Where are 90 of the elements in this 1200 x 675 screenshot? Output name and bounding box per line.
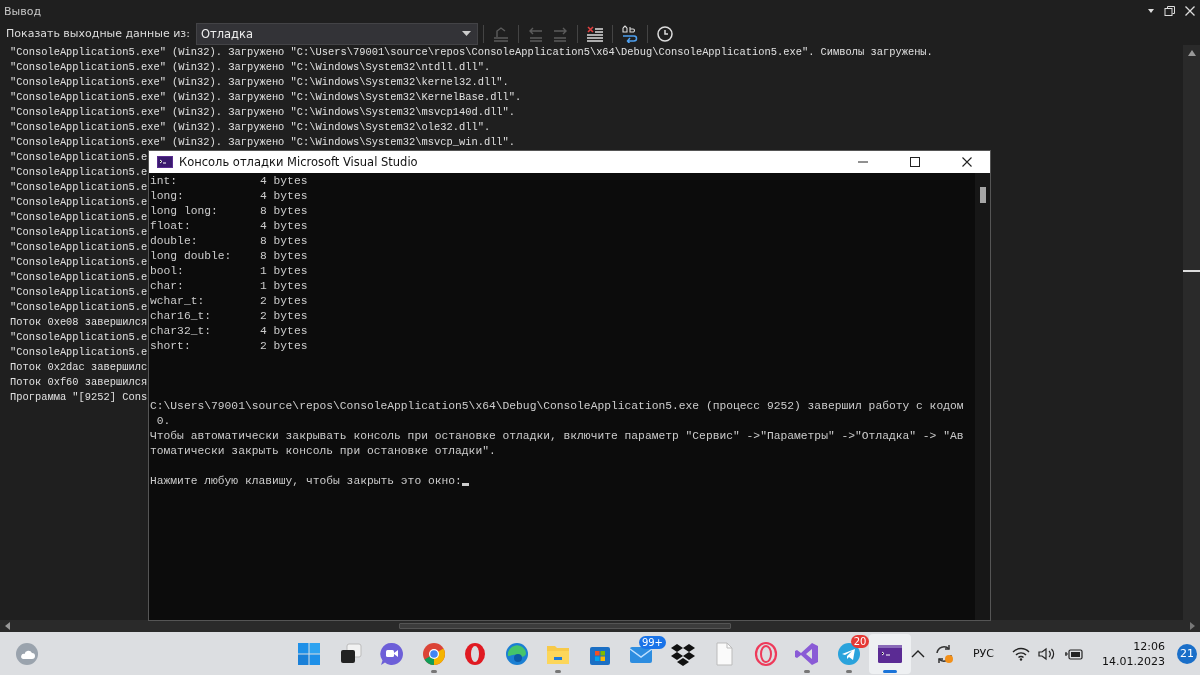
output-line: "ConsoleApplication5.e bbox=[10, 240, 148, 255]
type-size: 2 bytes bbox=[260, 309, 308, 324]
ribbon-logo-icon bbox=[794, 640, 821, 667]
maximize-icon[interactable] bbox=[909, 156, 921, 168]
window-title: Консоль отладки Microsoft Visual Studio bbox=[179, 155, 418, 169]
weather-icon[interactable] bbox=[14, 640, 40, 667]
output-line: "ConsoleApplication5.exe" (Win32). Загружено "C:\Windows\System32\kernel32.dll". bbox=[10, 75, 509, 90]
output-line: Программа "[9252] Cons bbox=[10, 390, 148, 405]
type-name: bool: bbox=[150, 264, 185, 279]
source-label: Показать выходные данные из: bbox=[6, 27, 190, 40]
output-line: Поток 0x2dac завершилс bbox=[10, 360, 148, 375]
output-line: "ConsoleApplication5.e bbox=[10, 300, 148, 315]
scroll-right-icon[interactable] bbox=[1189, 621, 1196, 631]
type-size: 4 bytes bbox=[260, 189, 308, 204]
type-size: 8 bytes bbox=[260, 249, 308, 264]
console-line: 0. bbox=[155, 414, 172, 429]
output-line: "ConsoleApplication5.e bbox=[10, 180, 148, 195]
output-line: "ConsoleApplication5.e bbox=[10, 150, 148, 165]
type-size: 8 bytes bbox=[260, 234, 308, 249]
close-icon[interactable] bbox=[961, 156, 973, 168]
clock-date[interactable]: 14.01.2023 bbox=[1102, 653, 1165, 669]
type-size: 1 bytes bbox=[260, 264, 308, 279]
language-indicator[interactable]: РУС bbox=[973, 647, 994, 660]
output-line: "ConsoleApplication5.e bbox=[10, 210, 148, 225]
type-size: 2 bytes bbox=[260, 294, 308, 309]
battery-icon[interactable] bbox=[1064, 646, 1084, 661]
output-line: "ConsoleApplication5.e bbox=[10, 345, 148, 360]
console-line: Чтобы автоматически закрывать консоль при остановке отладки, включите параметр "Сервис" ->"Параметры" ->"Отладка" -> "Ав bbox=[150, 429, 965, 444]
type-name: long double: bbox=[150, 249, 233, 264]
video-chat-icon bbox=[379, 640, 406, 667]
type-size: 1 bytes bbox=[260, 279, 308, 294]
source-dropdown[interactable]: Отладка bbox=[195, 22, 478, 45]
sync-icon[interactable] bbox=[933, 642, 955, 665]
notification-badge: 99+ bbox=[638, 635, 666, 649]
scroll-thumb[interactable] bbox=[979, 187, 986, 203]
restore-icon[interactable] bbox=[1164, 5, 1176, 17]
scroll-up-icon[interactable] bbox=[1186, 49, 1197, 57]
output-line: "ConsoleApplication5.e bbox=[10, 330, 148, 345]
type-name: char32_t: bbox=[150, 324, 212, 339]
output-line: Поток 0xe08 завершился bbox=[10, 315, 148, 330]
clock-icon[interactable] bbox=[654, 24, 675, 43]
output-line: "ConsoleApplication5.e bbox=[10, 225, 148, 240]
type-name: short: bbox=[150, 339, 192, 354]
browser-icon bbox=[420, 640, 447, 667]
console-prompt: Нажмите любую клавишу, чтобы закрыть это окно: bbox=[150, 474, 462, 489]
word-wrap-icon[interactable] bbox=[619, 24, 640, 43]
start-icon bbox=[296, 640, 323, 667]
type-name: float: bbox=[150, 219, 192, 234]
type-name: wchar_t: bbox=[150, 294, 206, 309]
text-cursor bbox=[461, 483, 469, 486]
type-name: long: bbox=[150, 189, 185, 204]
output-line: "ConsoleApplication5.exe" (Win32). Загружено "C:\Windows\System32\ole32.dll". bbox=[10, 120, 491, 135]
volume-icon[interactable] bbox=[1038, 646, 1056, 661]
type-size: 2 bytes bbox=[260, 339, 308, 354]
output-line: "ConsoleApplication5.exe" (Win32). Загружено "C:\Users\79001\source\repos\ConsoleApplication5\x64\Debug\ConsoleApplication5.exe". Символы загружены. bbox=[10, 45, 933, 60]
type-name: long long: bbox=[150, 204, 219, 219]
output-line: "ConsoleApplication5.e bbox=[10, 165, 148, 180]
caret-icon bbox=[461, 30, 471, 37]
output-line: "ConsoleApplication5.e bbox=[10, 270, 148, 285]
clock-time[interactable]: 12:06 bbox=[1133, 638, 1165, 654]
panel-title: Вывод bbox=[4, 4, 42, 18]
wifi-icon[interactable] bbox=[1012, 646, 1030, 661]
scroll-left-icon[interactable] bbox=[4, 621, 11, 631]
type-name: char16_t: bbox=[150, 309, 212, 324]
type-name: char: bbox=[150, 279, 185, 294]
type-size: 8 bytes bbox=[260, 204, 308, 219]
notification-badge: 20 bbox=[850, 634, 870, 648]
type-size: 4 bytes bbox=[260, 174, 308, 189]
wave-browser-icon bbox=[503, 640, 530, 667]
output-line: "ConsoleApplication5.e bbox=[10, 195, 148, 210]
console-line: томатически закрыть консоль при остановке отладки". bbox=[150, 444, 497, 459]
type-name: double: bbox=[150, 234, 199, 249]
type-name: int: bbox=[150, 174, 179, 189]
output-line: Поток 0xf60 завершился bbox=[10, 375, 148, 390]
output-line: "ConsoleApplication5.e bbox=[10, 285, 148, 300]
terminal-icon bbox=[157, 156, 173, 168]
output-line: "ConsoleApplication5.e bbox=[10, 255, 148, 270]
output-line: "ConsoleApplication5.exe" (Win32). Загружено "C:\Windows\System32\msvcp_win.dll". bbox=[10, 135, 516, 150]
console-line: C:\Users\79001\source\repos\ConsoleApplication5\x64\Debug\ConsoleApplication5.exe (процесс 9252) завершил работу с кодом bbox=[150, 399, 965, 414]
ring-icon bbox=[752, 640, 779, 667]
output-line: "ConsoleApplication5.exe" (Win32). Загружено "C:\Windows\System32\ntdll.dll". bbox=[10, 60, 491, 75]
taskbar-app[interactable]: 20 bbox=[828, 633, 870, 674]
clear-all-icon[interactable] bbox=[584, 24, 605, 43]
taskbar-app[interactable] bbox=[869, 633, 911, 674]
notification-count[interactable]: 21 bbox=[1177, 643, 1197, 664]
chevron-up-icon[interactable] bbox=[911, 648, 925, 659]
output-line: "ConsoleApplication5.exe" (Win32). Загружено "C:\Windows\System32\msvcp140d.dll". bbox=[10, 105, 516, 120]
type-size: 4 bytes bbox=[260, 219, 308, 234]
type-size: 4 bytes bbox=[260, 324, 308, 339]
output-line: "ConsoleApplication5.exe" (Win32). Загружено "C:\Windows\System32\KernelBase.dll". bbox=[10, 90, 522, 105]
